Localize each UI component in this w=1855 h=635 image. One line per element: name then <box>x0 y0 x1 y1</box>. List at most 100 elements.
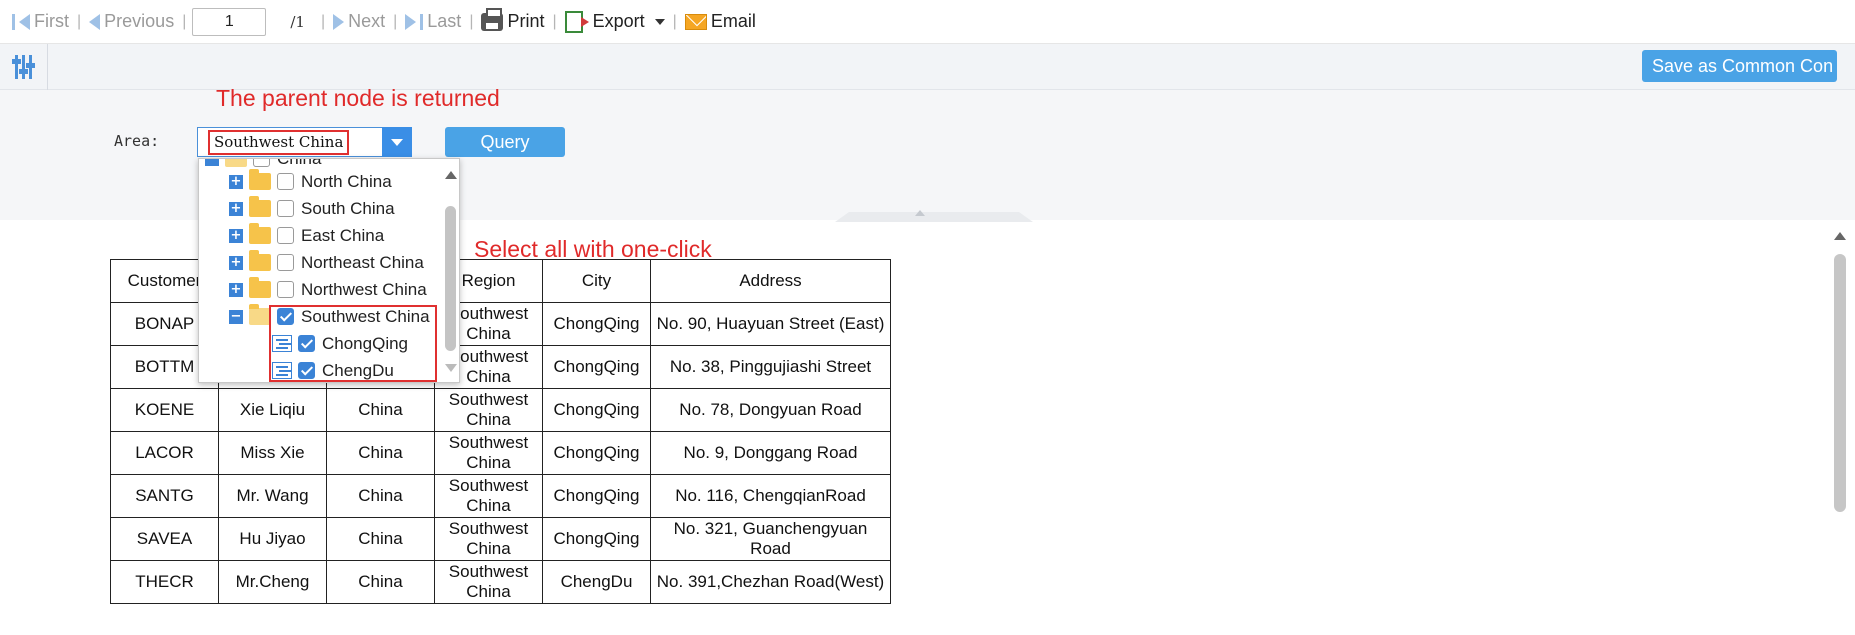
table-row: SAVEA Hu Jiyao China Southwest China Cho… <box>110 517 891 561</box>
table-cell: Southwest China <box>434 388 543 432</box>
toolbar-divider: | <box>182 12 187 30</box>
table-cell: SANTG <box>110 474 219 518</box>
table-cell: China <box>326 474 435 518</box>
next-label: Next <box>348 11 386 31</box>
export-button[interactable]: Export <box>559 10 671 33</box>
expand-icon[interactable]: + <box>229 255 243 270</box>
scroll-up-icon[interactable] <box>1834 232 1846 240</box>
tree-item-label: Northeast China <box>301 252 424 272</box>
expand-icon[interactable]: + <box>229 282 243 297</box>
collapse-icon[interactable]: − <box>205 159 219 166</box>
parameter-header-bar: Save as Common Con <box>0 44 1855 90</box>
print-label: Print <box>507 11 545 31</box>
expand-icon[interactable]: + <box>229 174 243 189</box>
toolbar-divider: | <box>672 12 677 30</box>
collapse-panel-handle[interactable] <box>835 210 1033 222</box>
tree-checkbox[interactable] <box>253 159 270 167</box>
table-row: LACOR Miss Xie China Southwest China Cho… <box>110 431 891 475</box>
table-cell: LACOR <box>110 431 219 475</box>
scroll-thumb[interactable] <box>445 206 456 351</box>
table-row: THECR Mr.Cheng China Southwest China Che… <box>110 560 891 604</box>
tree-scrollbar[interactable] <box>441 159 459 382</box>
save-common-condition-button[interactable]: Save as Common Con <box>1642 50 1837 82</box>
folder-icon <box>249 277 271 298</box>
scroll-down-icon[interactable] <box>445 364 457 372</box>
expand-icon[interactable]: + <box>229 201 243 216</box>
tree-item-label: North China <box>301 171 392 191</box>
collapse-icon[interactable]: − <box>229 309 243 324</box>
annotation-highlight-box <box>269 305 437 382</box>
first-page-button[interactable]: First <box>6 11 75 32</box>
area-label: Area: <box>114 132 160 150</box>
column-header: City <box>542 259 651 303</box>
annotation-select-all: Select all with one-click <box>474 236 712 262</box>
table-cell: ChongQing <box>542 345 651 389</box>
export-icon <box>564 10 589 33</box>
page-number-input[interactable] <box>192 7 267 36</box>
table-cell: No. 9, Donggang Road <box>650 431 891 475</box>
table-cell: Southwest China <box>434 474 543 518</box>
table-cell: ChongQing <box>542 302 651 346</box>
area-selected-value: Southwest China <box>208 130 350 155</box>
tree-item-northeast-china[interactable]: + Northeast China <box>229 249 424 276</box>
next-page-button[interactable]: Next <box>327 11 391 32</box>
table-cell: SAVEA <box>110 517 219 561</box>
tree-item-label: East China <box>301 225 385 245</box>
email-button[interactable]: Email <box>679 11 762 32</box>
filter-settings-icon[interactable] <box>0 44 48 90</box>
envelope-icon <box>684 13 707 30</box>
annotation-parent-node: The parent node is returned <box>216 85 500 111</box>
table-cell: Miss Xie <box>218 431 327 475</box>
last-icon <box>405 13 417 30</box>
tree-item-north-china[interactable]: + North China <box>229 168 392 195</box>
column-header: Address <box>650 259 891 303</box>
folder-icon <box>249 250 271 271</box>
table-cell: Southwest China <box>434 560 543 604</box>
table-cell: China <box>326 431 435 475</box>
toolbar-divider: | <box>320 12 326 30</box>
folder-open-icon <box>249 304 271 325</box>
table-cell: No. 321, Guanchengyuan Road <box>650 517 891 561</box>
page-scrollbar[interactable] <box>1830 226 1850 635</box>
table-cell: THECR <box>110 560 219 604</box>
table-row: KOENE Xie Liqiu China Southwest China Ch… <box>110 388 891 432</box>
tree-checkbox[interactable] <box>277 200 294 217</box>
expand-icon[interactable]: + <box>229 228 243 243</box>
tree-item-northwest-china[interactable]: + Northwest China <box>229 276 427 303</box>
folder-icon <box>249 223 271 244</box>
first-label: First <box>34 11 69 31</box>
tree-item-east-china[interactable]: + East China <box>229 222 384 249</box>
table-cell: No. 90, Huayuan Street (East) <box>650 302 891 346</box>
email-label: Email <box>710 11 756 31</box>
tree-item-label: Northwest China <box>301 279 427 299</box>
table-cell: China <box>326 517 435 561</box>
table-cell: No. 38, Pinggujiashi Street <box>650 345 891 389</box>
table-cell: ChongQing <box>542 474 651 518</box>
table-cell: ChengDu <box>542 560 651 604</box>
tree-checkbox[interactable] <box>277 254 294 271</box>
table-cell: No. 391,Chezhan Road(West) <box>650 560 891 604</box>
printer-icon <box>481 7 504 31</box>
scroll-up-icon[interactable] <box>445 171 457 179</box>
next-icon <box>333 13 345 30</box>
folder-icon <box>249 196 271 217</box>
table-cell: Southwest China <box>434 431 543 475</box>
tree-checkbox[interactable] <box>277 227 294 244</box>
table-cell: Hu Jiyao <box>218 517 327 561</box>
tree-checkbox[interactable] <box>277 173 294 190</box>
table-cell: ChongQing <box>542 388 651 432</box>
previous-page-button[interactable]: Previous <box>83 11 180 32</box>
first-icon <box>12 13 15 30</box>
area-combo-box[interactable]: Southwest China <box>197 127 412 157</box>
dropdown-toggle[interactable] <box>382 127 412 157</box>
tree-checkbox[interactable] <box>277 281 294 298</box>
tree-item-south-china[interactable]: + South China <box>229 195 395 222</box>
table-cell: Mr. Wang <box>218 474 327 518</box>
query-button[interactable]: Query <box>445 127 565 157</box>
print-button[interactable]: Print <box>475 7 550 32</box>
chevron-down-icon <box>654 18 665 25</box>
table-cell: No. 78, Dongyuan Road <box>650 388 891 432</box>
last-page-button[interactable]: Last <box>399 11 467 32</box>
export-label: Export <box>592 11 645 31</box>
scroll-thumb[interactable] <box>1834 254 1846 512</box>
